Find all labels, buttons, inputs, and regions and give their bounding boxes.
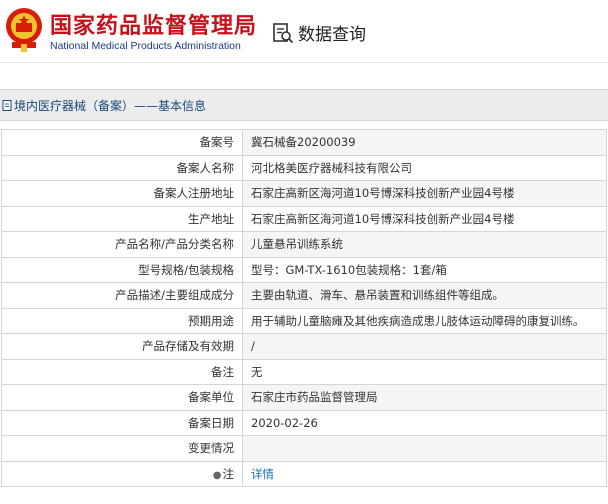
record-detail-table: 备案号 冀石械备20200039 备案人名称 河北格美医疗器械科技有限公司 备案人注… [1, 129, 607, 487]
field-value: 石家庄高新区海河道10号博深科技创新产业园4号楼 [242, 205, 607, 232]
field-value: / [242, 333, 607, 360]
field-label: 备案号 [1, 129, 243, 156]
field-label: 备案人注册地址 [1, 180, 243, 207]
field-label: 备注 [1, 358, 243, 385]
breadcrumb: 境内医疗器械（备案）——基本信息 [0, 89, 608, 121]
table-row: 备案单位 石家庄市药品监督管理局 [1, 384, 607, 411]
detail-link[interactable]: 详情 [251, 467, 274, 481]
table-row: 产品存储及有效期 / [1, 333, 607, 360]
table-row: 备案日期 2020-02-26 [1, 409, 607, 436]
note-label-cell: ●注 [1, 460, 243, 487]
table-row: 变更情况 [1, 435, 607, 462]
field-label: 预期用途 [1, 307, 243, 334]
table-row: 产品名称/产品分类名称 儿童悬吊训练系统 [1, 231, 607, 258]
table-row: 备注无 [1, 358, 607, 385]
table-row: 备案号 冀石械备20200039 [1, 129, 607, 156]
data-query-label: 数据查询 [298, 25, 366, 45]
field-value: 儿童悬吊训练系统 [242, 231, 607, 258]
org-name-cn: 国家药品监督管理局 [50, 14, 258, 39]
header-divider [0, 62, 608, 89]
field-value: 主要由轨道、滑车、悬吊装置和训练组件等组成。 [242, 282, 607, 309]
table-row: ●注 详情 [1, 460, 607, 487]
field-value: 冀石械备20200039 [242, 129, 607, 156]
field-label: 备案日期 [1, 409, 243, 436]
field-value: 石家庄高新区海河道10号博深科技创新产业园4号楼 [242, 180, 607, 207]
breadcrumb-label: 境内医疗器械（备案）——基本信息 [14, 98, 207, 113]
field-value: 用于辅助儿童脑瘫及其他疾病造成患儿肢体运动障碍的康复训练。 [242, 307, 607, 334]
field-label: 产品描述/主要组成成分 [1, 282, 243, 309]
site-header: 国家药品监督管理局 National Medical Products Admi… [0, 0, 608, 62]
table-row: 预期用途 用于辅助儿童脑瘫及其他疾病造成患儿肢体运动障碍的康复训练。 [1, 307, 607, 334]
national-emblem-icon [6, 8, 42, 52]
document-icon [2, 99, 12, 111]
field-label: 产品名称/产品分类名称 [1, 231, 243, 258]
pin-icon: ● [212, 469, 222, 481]
note-value-cell: 详情 [242, 460, 607, 487]
table-row: 型号规格/包装规格 型号：GM-TX-1610包装规格：1套/箱 [1, 256, 607, 283]
field-value: 河北格美医疗器械科技有限公司 [242, 154, 607, 181]
field-value: 石家庄市药品监督管理局 [242, 384, 607, 411]
field-label: 备案单位 [1, 384, 243, 411]
field-value: 无 [242, 358, 607, 385]
table-row: 备案人名称 河北格美医疗器械科技有限公司 [1, 154, 607, 181]
field-value: 型号：GM-TX-1610包装规格：1套/箱 [242, 256, 607, 283]
field-label: 产品存储及有效期 [1, 333, 243, 360]
table-row: 生产地址 石家庄高新区海河道10号博深科技创新产业园4号楼 [1, 205, 607, 232]
field-label: 型号规格/包装规格 [1, 256, 243, 283]
field-label: 生产地址 [1, 205, 243, 232]
field-value: 2020-02-26 [242, 409, 607, 436]
document-search-icon [273, 22, 294, 43]
note-label: 注 [222, 466, 235, 481]
table-row: 备案人注册地址 石家庄高新区海河道10号博深科技创新产业园4号楼 [1, 180, 607, 207]
field-value [242, 435, 607, 462]
field-label: 变更情况 [1, 435, 243, 462]
field-label: 备案人名称 [1, 154, 243, 181]
org-name-en: National Medical Products Administration [50, 40, 241, 52]
data-query-link[interactable]: 数据查询 [272, 20, 366, 45]
table-row: 产品描述/主要组成成分 主要由轨道、滑车、悬吊装置和训练组件等组成。 [1, 282, 607, 309]
